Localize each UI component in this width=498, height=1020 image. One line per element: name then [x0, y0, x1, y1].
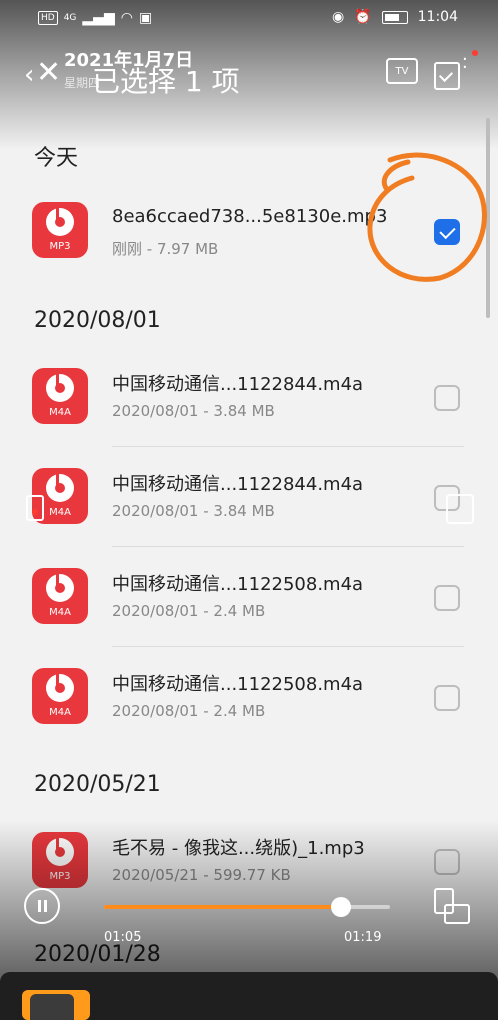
progress-knob[interactable]: [331, 897, 352, 917]
select-all-icon[interactable]: [434, 62, 460, 90]
status-left: HD 4G ▂▄▆ ◠ ▣: [38, 10, 152, 26]
alarm-icon: ⏰: [354, 9, 372, 25]
scissors-icon[interactable]: [446, 494, 474, 524]
status-time: 11:04: [417, 9, 458, 25]
section-header-today: 今天: [34, 146, 79, 171]
divider: [112, 546, 464, 547]
status-right: ◉ ⏰ 11:04: [332, 9, 458, 25]
file-meta: 2020/08/01 - 2.4 MB: [112, 602, 266, 620]
section-header-2020-08-01: 2020/08/01: [34, 308, 161, 333]
file-name: 毛不易 - 像我这...绕版)_1.mp3: [112, 838, 365, 859]
video-thumbnail[interactable]: [22, 990, 90, 1020]
close-selection-icon[interactable]: ✕: [36, 58, 61, 88]
wifi-icon: ◠: [120, 10, 133, 26]
file-meta: 2020/08/01 - 3.84 MB: [112, 502, 275, 520]
m4a-file-icon: M4A: [32, 568, 88, 624]
battery-icon: [381, 10, 408, 24]
file-meta: 2020/08/01 - 2.4 MB: [112, 702, 266, 720]
file-name: 中国移动通信...1122844.m4a: [112, 374, 364, 395]
progress-slider[interactable]: [104, 897, 390, 917]
app-notification-icon: ▣: [138, 10, 153, 26]
hand-drawn-circle-annotation: [367, 152, 487, 282]
screen-lock-icon[interactable]: [26, 495, 46, 523]
file-checkbox[interactable]: [434, 849, 460, 875]
overlay-date: 2021年1月7日: [64, 50, 194, 71]
more-options-icon[interactable]: · ·: [462, 51, 468, 77]
elapsed-time: 01:05: [104, 930, 142, 945]
file-checkbox[interactable]: [434, 585, 460, 611]
tv-cast-icon[interactable]: TV: [386, 58, 418, 84]
progress-fill: [104, 905, 342, 909]
overlay-weekday: 星期四: [64, 76, 101, 90]
file-name: 8ea6ccaed738...5e8130e.mp3: [112, 206, 388, 227]
file-name: 中国移动通信...1122508.m4a: [112, 574, 364, 595]
bottom-preview-bar: [0, 972, 498, 1020]
eye-icon: ◉: [331, 9, 345, 25]
signal-icon: ▂▄▆: [82, 10, 115, 26]
m4a-file-icon: M4A: [32, 668, 88, 724]
file-row[interactable]: M4A 中国移动通信...1122844.m4a 2020/08/01 - 3.…: [0, 448, 498, 548]
m4a-file-icon: M4A: [32, 368, 88, 424]
back-arrow-icon[interactable]: ‹: [24, 62, 34, 88]
pause-button[interactable]: [24, 888, 60, 924]
file-checkbox[interactable]: [434, 385, 460, 411]
status-bar: HD 4G ▂▄▆ ◠ ▣ ◉ ⏰ 11:04: [0, 0, 498, 36]
total-time: 01:19: [344, 930, 382, 945]
mp3-file-icon: MP3: [32, 202, 88, 258]
section-header-2020-05-21: 2020/05/21: [34, 772, 161, 797]
media-player-bar: 01:05 01:19: [0, 880, 498, 950]
file-name: 中国移动通信...1122508.m4a: [112, 674, 364, 695]
file-row[interactable]: M4A 中国移动通信...1122508.m4a 2020/08/01 - 2.…: [0, 548, 498, 648]
divider: [112, 646, 464, 647]
notification-dot: [472, 50, 478, 56]
file-row[interactable]: M4A 中国移动通信...1122508.m4a 2020/08/01 - 2.…: [0, 648, 498, 748]
file-row[interactable]: M4A 中国移动通信...1122844.m4a 2020/08/01 - 3.…: [0, 348, 498, 448]
divider: [112, 446, 464, 447]
network-type-label: 4G: [63, 13, 77, 23]
file-checkbox[interactable]: [434, 685, 460, 711]
selection-header: ‹ ✕ 已选择 1 项 2021年1月7日 星期四 TV · ·: [0, 40, 498, 112]
hd-badge: HD: [38, 11, 58, 25]
rotate-screen-icon[interactable]: [434, 888, 470, 924]
file-meta: 刚刚 - 7.97 MB: [112, 240, 219, 258]
file-meta: 2020/08/01 - 3.84 MB: [112, 402, 275, 420]
file-name: 中国移动通信...1122844.m4a: [112, 474, 364, 495]
